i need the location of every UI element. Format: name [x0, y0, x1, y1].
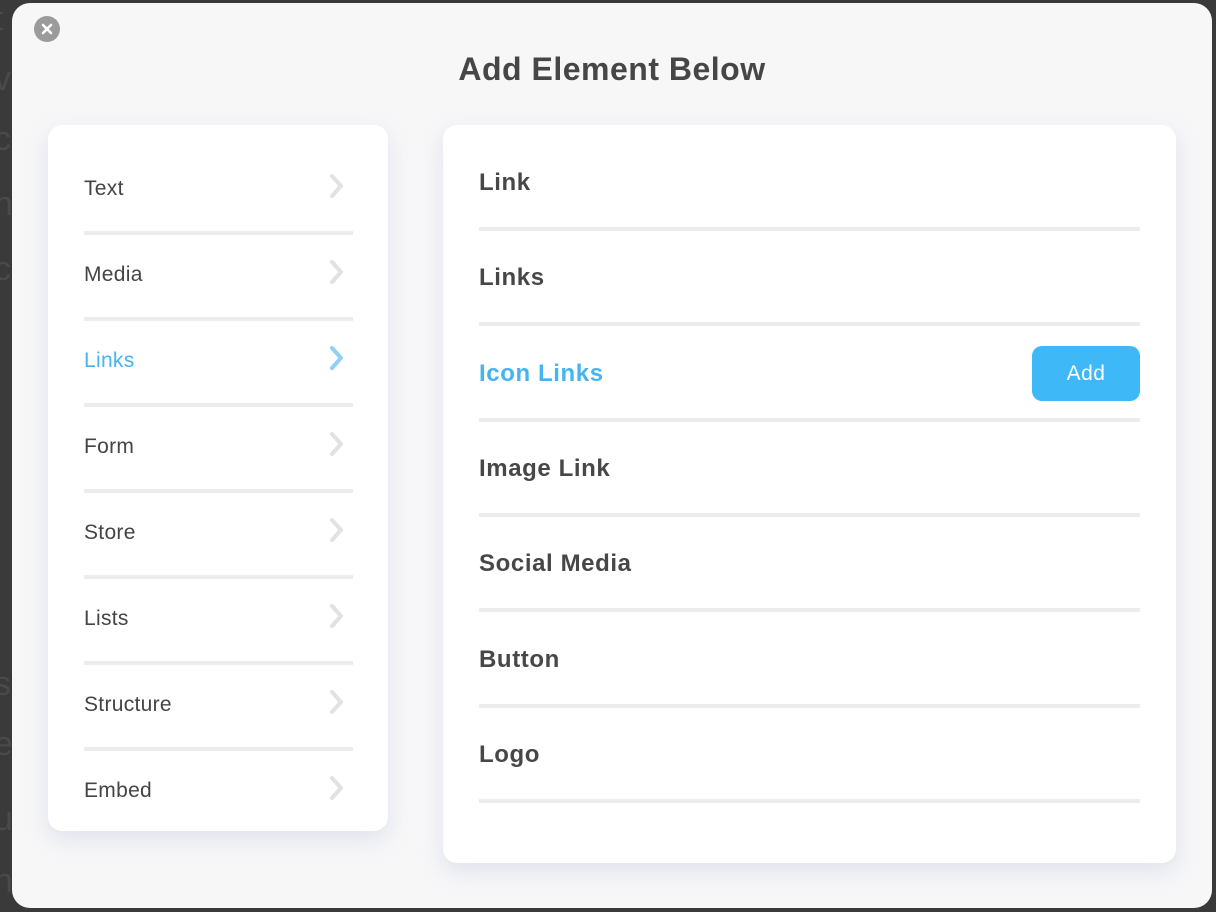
chevron-right-icon [330, 518, 343, 542]
element-label: Link [479, 169, 531, 196]
element-label: Links [479, 264, 545, 292]
chevron-right-icon [330, 604, 343, 628]
background-text: v [0, 60, 11, 98]
category-label: Lists [84, 607, 129, 630]
add-button[interactable]: Add [1032, 346, 1140, 401]
element-label: Social Media [479, 550, 632, 578]
background-text: u [0, 800, 13, 838]
category-item-structure[interactable]: Structure [84, 653, 353, 751]
background-text: n [0, 185, 13, 223]
category-label: Links [84, 349, 135, 372]
element-item-link[interactable]: Link [479, 125, 1140, 231]
chevron-right-icon [330, 776, 343, 800]
category-item-links[interactable]: Links [84, 309, 353, 407]
category-item-text[interactable]: Text [84, 137, 353, 235]
category-item-lists[interactable]: Lists [84, 567, 353, 665]
chevron-right-icon [330, 690, 343, 714]
close-icon [41, 23, 53, 35]
element-list: Logo Button Social Media Image Link Icon Lin… [443, 125, 1176, 863]
background-text: c [0, 250, 11, 288]
element-item-logo[interactable]: Logo [479, 697, 1140, 803]
chevron-right-icon [330, 260, 343, 284]
divider [479, 703, 1140, 708]
chevron-right-icon [330, 432, 343, 456]
background-text: t [0, 0, 3, 39]
category-label: Media [84, 263, 143, 286]
background-text: s [0, 665, 11, 703]
category-item-store[interactable]: Store [84, 481, 353, 579]
element-item-image-link[interactable]: Image Link [479, 411, 1140, 517]
divider [479, 417, 1140, 422]
category-list: Text Media Links Form Store Lists Structure Emb… [48, 125, 388, 831]
category-item-media[interactable]: Media [84, 223, 353, 321]
category-label: Form [84, 435, 135, 458]
element-item-button[interactable]: Button [479, 602, 1140, 708]
category-label: Store [84, 521, 136, 544]
category-item-embed[interactable]: Embed [84, 739, 353, 825]
category-label: Text [84, 177, 124, 200]
divider [479, 322, 1140, 327]
element-label: Logo [479, 740, 541, 768]
background-text: n [0, 862, 13, 900]
dialog-title: Add Element Below [458, 51, 766, 87]
category-label: Structure [84, 693, 172, 716]
element-label: Button [479, 645, 560, 673]
category-item-form[interactable]: Form [84, 395, 353, 493]
close-button[interactable] [34, 16, 60, 42]
divider [479, 608, 1140, 613]
element-item-links[interactable]: Links [479, 220, 1140, 327]
chevron-right-icon [330, 346, 343, 370]
element-label: Icon Links [479, 359, 604, 387]
element-item-social-media[interactable]: Social Media [479, 506, 1140, 613]
divider [479, 227, 1140, 231]
divider [479, 798, 1140, 803]
divider [479, 512, 1140, 517]
element-label: Image Link [479, 454, 611, 482]
background-text: e [0, 725, 13, 763]
chevron-right-icon [330, 174, 343, 198]
category-label: Embed [84, 779, 153, 802]
